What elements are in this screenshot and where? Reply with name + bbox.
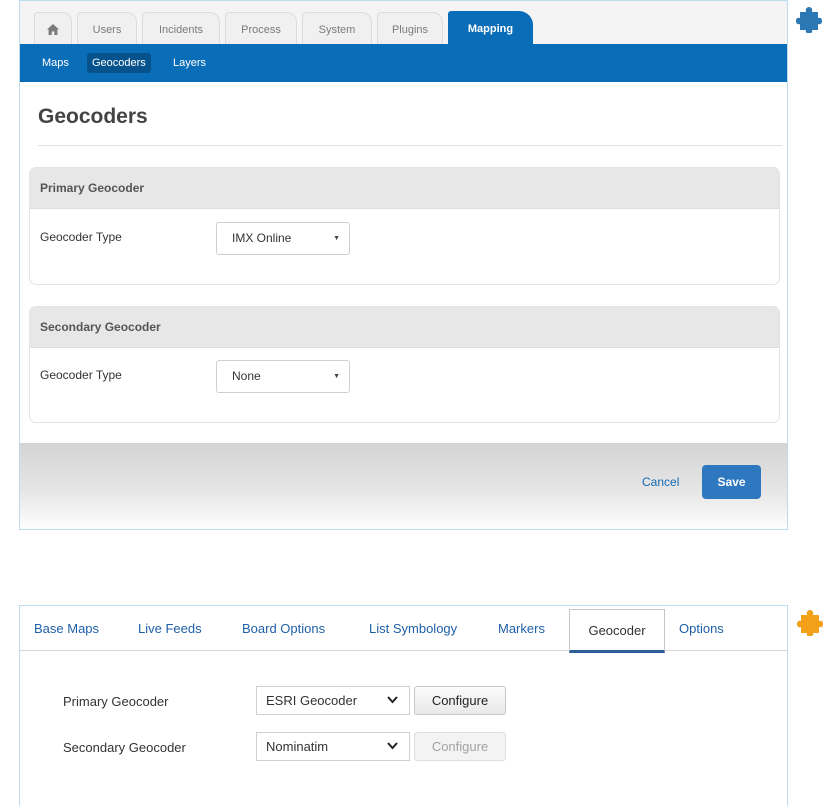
geocoders-admin-panel: Users Incidents Process System Plugins M… <box>19 0 788 530</box>
primary-geocoder-type-value: IMX Online <box>232 231 292 245</box>
mapping-subnav: Maps Geocoders Layers <box>20 44 787 82</box>
configure-secondary-button: Configure <box>414 732 506 761</box>
secondary-geocoder-value: Nominatim <box>266 739 329 754</box>
tab-system[interactable]: System <box>302 12 372 44</box>
puzzle-piece-icon <box>796 7 822 33</box>
primary-geocoder-label: Primary Geocoder <box>63 694 169 709</box>
primary-geocoder-value: ESRI Geocoder <box>266 693 358 708</box>
secondary-geocoder-select[interactable]: Nominatim <box>256 732 410 761</box>
tab-base-maps[interactable]: Base Maps <box>34 621 99 636</box>
tab-plugins[interactable]: Plugins <box>377 12 443 44</box>
primary-geocoder-card: Primary Geocoder Geocoder Type IMX Onlin… <box>29 167 780 285</box>
settings-tab-strip: Base Maps Live Feeds Board Options List … <box>20 606 787 653</box>
cancel-link[interactable]: Cancel <box>642 475 679 489</box>
subnav-layers[interactable]: Layers <box>168 53 211 73</box>
map-settings-panel: Base Maps Live Feeds Board Options List … <box>19 605 788 806</box>
tab-mapping[interactable]: Mapping <box>448 11 533 45</box>
chevron-down-icon <box>387 696 398 704</box>
subnav-geocoders[interactable]: Geocoders <box>87 53 151 73</box>
page-title: Geocoders <box>38 105 148 128</box>
primary-geocoder-type-label: Geocoder Type <box>40 230 122 244</box>
tab-live-feeds[interactable]: Live Feeds <box>138 621 202 636</box>
tab-markers[interactable]: Markers <box>498 621 545 636</box>
dropdown-caret-icon: ▼ <box>333 373 340 380</box>
primary-geocoder-heading: Primary Geocoder <box>30 168 779 209</box>
tab-home[interactable] <box>34 12 72 44</box>
subnav-maps[interactable]: Maps <box>37 53 74 73</box>
home-icon <box>47 24 59 35</box>
secondary-geocoder-type-value: None <box>232 369 261 383</box>
secondary-geocoder-label: Secondary Geocoder <box>63 740 186 755</box>
tab-board-options[interactable]: Board Options <box>242 621 325 636</box>
configure-primary-button[interactable]: Configure <box>414 686 506 715</box>
secondary-geocoder-card: Secondary Geocoder Geocoder Type None ▼ <box>29 306 780 423</box>
tab-process[interactable]: Process <box>225 12 297 44</box>
primary-geocoder-type-select[interactable]: IMX Online ▼ <box>216 222 350 255</box>
chevron-down-icon <box>387 742 398 750</box>
save-button[interactable]: Save <box>702 465 761 499</box>
main-tab-strip: Users Incidents Process System Plugins M… <box>20 1 787 45</box>
title-divider <box>38 145 782 146</box>
primary-geocoder-select[interactable]: ESRI Geocoder <box>256 686 410 715</box>
secondary-geocoder-type-select[interactable]: None ▼ <box>216 360 350 393</box>
secondary-geocoder-heading: Secondary Geocoder <box>30 307 779 348</box>
tab-incidents[interactable]: Incidents <box>142 12 220 44</box>
tab-geocoder[interactable]: Geocoder <box>569 609 665 653</box>
dropdown-caret-icon: ▼ <box>333 235 340 242</box>
puzzle-piece-icon <box>797 610 823 636</box>
tab-list-symbology[interactable]: List Symbology <box>369 621 457 636</box>
secondary-geocoder-type-label: Geocoder Type <box>40 368 122 382</box>
tab-users[interactable]: Users <box>77 12 137 44</box>
tab-options[interactable]: Options <box>679 621 724 636</box>
